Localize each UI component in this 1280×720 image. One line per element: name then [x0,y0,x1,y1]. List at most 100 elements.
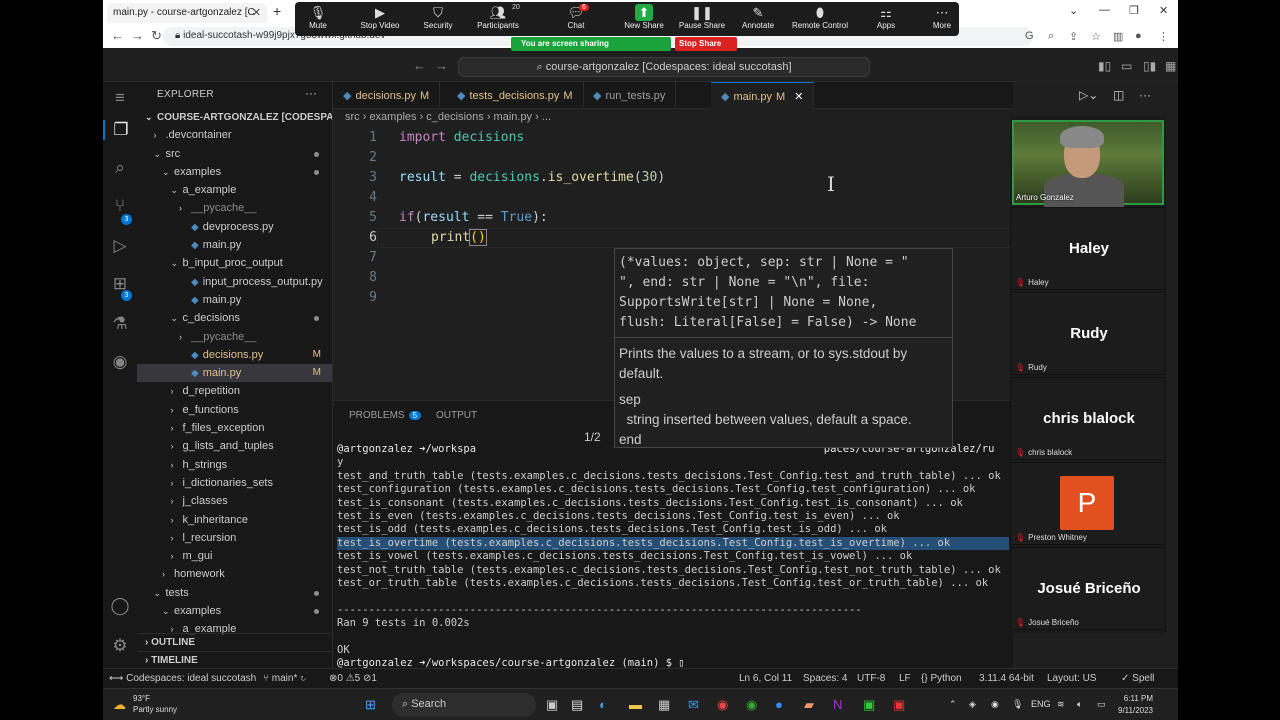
command-center[interactable]: ⌕ course-artgonzalez [Codespaces: ideal … [458,57,870,77]
reload-icon[interactable]: ↻ [151,28,162,44]
maximize-icon[interactable]: ❐ [1129,4,1139,17]
stop-share-button[interactable]: Stop Share [675,37,737,51]
weather-widget[interactable]: 93°F Partly sunny [133,693,177,715]
browser-tab[interactable]: main.py - course-artgonzalez [C ✕ [107,3,267,23]
folder-item[interactable]: › j_classes [137,492,332,510]
folder-item[interactable]: › l_recursion [137,529,332,547]
more-actions-icon[interactable]: ··· [1139,88,1151,102]
zoom-remote-control-button[interactable]: ⬮ Remote Control [785,4,855,30]
folder-item[interactable]: ⌄ examples [137,602,332,620]
tab-decisions-py[interactable]: ◆ decisions.py M [333,82,441,109]
back-icon[interactable]: ← [111,28,124,43]
timeline-section[interactable]: › TIMELINE [137,651,332,668]
menu-icon[interactable]: ⋮ [1158,30,1169,43]
source-control-icon[interactable]: ⑂ [103,196,137,216]
folder-item[interactable]: ⌄ examples [137,163,332,181]
close-icon[interactable]: ✕ [252,6,261,19]
chrome-icon[interactable]: ◉ [746,697,757,713]
run-debug-icon[interactable]: ▷ [103,236,137,256]
explorer-icon[interactable]: ❐ [103,120,137,140]
folder-item[interactable]: › __pycache__ [137,328,332,346]
folder-item[interactable]: › d_repetition [137,382,332,400]
folder-item[interactable]: ⌄ src [137,145,332,163]
file-item[interactable]: ◆ main.py [137,236,332,254]
chevron-down-icon[interactable]: ⌄ [1069,4,1078,17]
folder-item[interactable]: › h_strings [137,456,332,474]
github-icon[interactable]: ◉ [103,352,137,372]
folder-item[interactable]: ⌄ b_input_proc_output [137,254,332,272]
widgets-icon[interactable]: ▤ [571,697,583,713]
tab-output[interactable]: OUTPUT [436,410,477,421]
file-item[interactable]: ◆ decisions.py M [137,346,332,364]
store-icon[interactable]: ▦ [658,697,670,713]
tab-tests_decisions-py[interactable]: ◆ tests_decisions.py M [447,82,584,109]
overload-counter[interactable]: 1/2 [584,430,601,444]
split-editor-icon[interactable]: ◫ [1113,88,1124,102]
folder-item[interactable]: ⌄ tests [137,584,332,602]
new-tab-icon[interactable]: + [273,3,281,19]
keyboard-layout[interactable]: Layout: US [1047,673,1096,684]
file-item[interactable]: ◆ input_process_output.py [137,273,332,291]
taskbar-search[interactable]: ⌕ Search [392,693,536,717]
zoom-more-button[interactable]: ⋯ More [907,4,977,30]
signature-help-widget[interactable]: (*values: object, sep: str | None = " ", … [614,248,953,448]
folder-item[interactable]: › homework [137,565,332,583]
extensions-icon[interactable]: ⊞ [103,274,137,294]
onenote-icon[interactable]: N [833,697,842,712]
participant-tile[interactable]: chris blalock 🎙︎ chris blalock [1010,377,1166,460]
folder-item[interactable]: › g_lists_and_tuples [137,437,332,455]
toggle-secondary-icon[interactable]: ▯▮ [1143,59,1156,73]
folder-item[interactable]: › __pycache__ [137,199,332,217]
close-icon[interactable]: ✕ [791,91,803,103]
folder-item[interactable]: › e_functions [137,401,332,419]
profile-icon[interactable]: ● [1135,30,1142,42]
file-item[interactable]: ◆ main.py M [137,364,332,383]
edge-icon[interactable]: ◐ [599,697,607,712]
tray-app-icon[interactable]: ◈ [969,699,976,710]
wifi-icon[interactable]: ≋ [1057,699,1065,710]
language-indicator[interactable]: ENG [1031,699,1051,709]
eol[interactable]: LF [899,673,911,684]
encoding[interactable]: UTF-8 [857,673,885,684]
zoom-mute-button[interactable]: 🎙︎ Mute [283,4,353,30]
app-icon[interactable]: ▣ [893,697,905,713]
testing-icon[interactable]: ⚗ [103,314,137,334]
tray-app-icon[interactable]: ◉ [991,699,999,710]
zoom-participants-button[interactable]: 👥︎ Participants 20 [463,4,533,30]
folder-item[interactable]: › f_files_exception [137,419,332,437]
folder-item[interactable]: ⌄ c_decisions [137,309,332,327]
folder-item[interactable]: › m_gui [137,547,332,565]
layout-icon[interactable]: ▦ [1165,59,1176,73]
toggle-panel-icon[interactable]: ▭ [1121,59,1132,73]
task-view-icon[interactable]: ▣ [546,697,558,713]
toggle-sidebar-icon[interactable]: ▮▯ [1098,59,1111,73]
file-item[interactable]: ◆ main.py [137,291,332,309]
file-item[interactable]: ◆ devprocess.py [137,218,332,236]
app-icon[interactable]: ▣ [863,697,875,713]
zoom-icon[interactable]: ● [775,697,783,712]
interpreter[interactable]: 3.11.4 64-bit [979,673,1034,684]
search-icon[interactable]: ⌕ [103,158,137,178]
tab-run_tests-py[interactable]: ◆ run_tests.py [583,82,677,109]
folder-item[interactable]: › i_dictionaries_sets [137,474,332,492]
sidepanel-icon[interactable]: ▥ [1113,30,1123,43]
close-window-icon[interactable]: ✕ [1159,4,1168,17]
cursor-position[interactable]: Ln 6, Col 11 [739,673,792,684]
google-icon[interactable]: G [1025,30,1034,42]
participant-video[interactable]: Arturo Gonzalez [1012,120,1164,207]
problems-indicator[interactable]: ⊗0 ⚠5 ⊘1 [329,673,377,684]
folder-item[interactable]: ⌄ COURSE-ARTGONZALEZ [CODESPACE... [137,108,332,126]
back-icon[interactable]: ← [413,58,426,73]
zoom-annotate-button[interactable]: ✎ Annotate [723,4,793,30]
branch-indicator[interactable]: ⑂ main* ↻ [263,673,306,684]
file-explorer-icon[interactable]: ▬ [629,697,642,712]
participant-tile[interactable]: Haley 🎙︎ Haley [1010,207,1166,290]
chrome-icon[interactable]: ◉ [717,697,728,713]
language-mode[interactable]: {} Python [921,673,962,684]
accounts-icon[interactable]: ◯ [103,596,137,616]
volume-icon[interactable]: 🔈︎ [1077,699,1082,710]
share-icon[interactable]: ⇪ [1069,30,1078,43]
forward-icon[interactable]: → [435,58,448,73]
microphone-icon[interactable]: 🎙︎ [1012,699,1023,710]
spell-check[interactable]: ✓ Spell [1121,673,1154,684]
